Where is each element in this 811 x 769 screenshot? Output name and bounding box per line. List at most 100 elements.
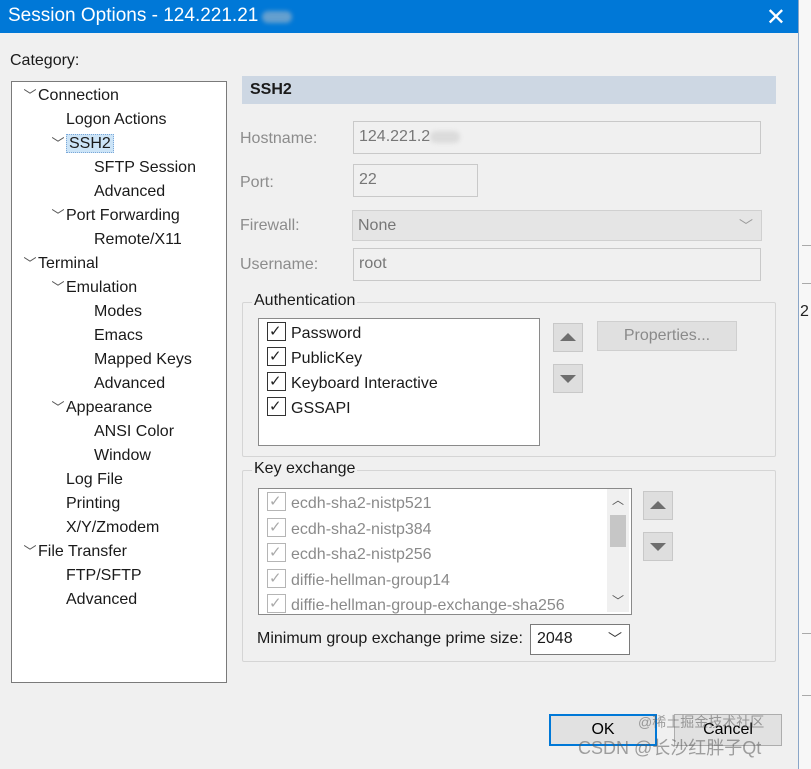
chevron-down-icon[interactable]: ﹀ bbox=[50, 132, 66, 156]
tree-item[interactable]: Printing bbox=[50, 492, 120, 516]
tree-item[interactable]: FTP/SFTP bbox=[50, 564, 142, 588]
checkbox[interactable]: ✓ bbox=[267, 594, 286, 613]
divider bbox=[802, 695, 811, 696]
section-title: SSH2 bbox=[242, 76, 776, 104]
username-value: root bbox=[359, 255, 387, 272]
tree-item-label: Emacs bbox=[94, 327, 143, 344]
tree-item[interactable]: Remote/X11 bbox=[78, 228, 182, 252]
tree-item[interactable]: ﹀File Transfer bbox=[22, 540, 126, 564]
username-field[interactable]: root bbox=[353, 248, 761, 281]
checkbox-item[interactable]: ✓ Keyboard Interactive bbox=[267, 372, 438, 396]
chevron-down-icon[interactable]: ﹀ bbox=[22, 252, 38, 276]
hostname-label: Hostname: bbox=[240, 130, 318, 147]
scroll-up-icon[interactable]: ︿ bbox=[607, 491, 629, 509]
checkbox-label: ecdh-sha2-nistp384 bbox=[291, 520, 432, 538]
auth-move-up-button[interactable] bbox=[553, 323, 583, 352]
tree-item[interactable]: ﹀Terminal bbox=[22, 252, 98, 276]
tree-item[interactable]: Window bbox=[78, 444, 151, 468]
checkbox[interactable]: ✓ bbox=[267, 517, 286, 537]
tree-item[interactable]: X/Y/Zmodem bbox=[50, 516, 159, 540]
scroll-thumb[interactable] bbox=[610, 515, 626, 547]
tree-item[interactable]: Advanced bbox=[78, 372, 165, 396]
chevron-down-icon[interactable]: ﹀ bbox=[22, 540, 38, 564]
hostname-field[interactable]: 124.221.2 bbox=[353, 121, 761, 154]
tree-item[interactable]: Logon Actions bbox=[50, 108, 167, 132]
tree-item-label: Remote/X11 bbox=[94, 231, 182, 248]
tree-item-label: Emulation bbox=[66, 279, 138, 296]
firewall-value: None bbox=[358, 217, 397, 234]
port-field[interactable]: 22 bbox=[353, 164, 478, 197]
checkbox[interactable]: ✓ bbox=[267, 347, 286, 366]
check-icon: ✓ bbox=[269, 398, 282, 415]
watermark: @稀土掘金技术社区 CSDN @长沙红胖子Qt bbox=[578, 714, 764, 760]
key-exchange-label: Key exchange bbox=[252, 460, 358, 478]
tree-item-label: Window bbox=[94, 447, 151, 464]
checkbox-item[interactable]: ✓ GSSAPI bbox=[267, 397, 351, 421]
chevron-down-icon[interactable]: ﹀ bbox=[50, 276, 66, 300]
tree-item[interactable]: Advanced bbox=[78, 180, 165, 204]
tree-item[interactable]: ﹀Port Forwarding bbox=[50, 204, 179, 228]
title-bar: Session Options - 124.221.21 ✕ bbox=[0, 0, 798, 33]
chevron-down-icon[interactable]: ﹀ bbox=[50, 396, 66, 420]
checkbox-label: GSSAPI bbox=[291, 400, 351, 417]
checkbox-item[interactable]: ✓ PublicKey bbox=[267, 347, 362, 371]
tree-item[interactable]: ﹀Connection bbox=[22, 84, 118, 108]
kex-scrollbar[interactable]: ︿ ﹀ bbox=[607, 489, 629, 612]
check-icon: ✓ bbox=[269, 544, 282, 561]
checkbox[interactable]: ✓ bbox=[267, 568, 286, 588]
window-title: Session Options - 124.221.21 bbox=[8, 5, 259, 26]
firewall-select[interactable]: None ﹀ bbox=[352, 210, 762, 241]
chevron-down-icon[interactable]: ﹀ bbox=[50, 204, 66, 228]
triangle-up-icon bbox=[650, 501, 666, 509]
authentication-list[interactable]: ✓ Password ✓ PublicKey ✓ Keyboard Interactive… bbox=[258, 318, 540, 446]
tree-item[interactable]: Modes bbox=[78, 300, 142, 324]
firewall-label: Firewall: bbox=[240, 217, 300, 234]
hostname-value: 124.221.2 bbox=[359, 128, 431, 145]
scroll-down-icon[interactable]: ﹀ bbox=[607, 592, 629, 610]
min-group-select[interactable]: 2048 ﹀ bbox=[530, 624, 630, 655]
tree-item-label: Mapped Keys bbox=[94, 351, 192, 368]
tree-item[interactable]: ﹀ SSH2 bbox=[50, 132, 114, 156]
tree-item[interactable]: Emacs bbox=[78, 324, 143, 348]
tree-item[interactable]: ﹀Emulation bbox=[50, 276, 137, 300]
key-exchange-list[interactable]: ︿ ﹀ ✓ ecdh-sha2-nistp521 ✓ ecdh-sha2-nistp3… bbox=[258, 488, 632, 615]
checkbox-item[interactable]: ✓ diffie-hellman-group14 bbox=[267, 568, 450, 593]
check-icon: ✓ bbox=[269, 348, 282, 365]
checkbox-label: PublicKey bbox=[291, 350, 363, 367]
checkbox[interactable]: ✓ bbox=[267, 397, 286, 416]
auth-move-down-button[interactable] bbox=[553, 364, 583, 393]
tree-item-label: Printing bbox=[66, 495, 121, 512]
checkbox[interactable]: ✓ bbox=[267, 372, 286, 391]
chevron-down-icon: ﹀ bbox=[739, 218, 753, 234]
properties-button[interactable]: Properties... bbox=[597, 321, 737, 351]
checkbox-item[interactable]: ✓ ecdh-sha2-nistp521 bbox=[267, 492, 432, 516]
tree-item[interactable]: Log File bbox=[50, 468, 123, 492]
tree-item[interactable]: Advanced bbox=[50, 588, 137, 612]
divider bbox=[802, 245, 811, 246]
close-icon[interactable]: ✕ bbox=[766, 3, 786, 32]
checkbox-item[interactable]: ✓ diffie-hellman-group-exchange-sha256 bbox=[267, 594, 565, 614]
background-window-edge: 2 bbox=[799, 0, 811, 769]
kex-move-up-button[interactable] bbox=[643, 491, 673, 520]
authentication-label: Authentication bbox=[252, 292, 358, 310]
checkbox[interactable]: ✓ bbox=[267, 543, 286, 562]
tree-item[interactable]: SFTP Session bbox=[78, 156, 196, 180]
port-value: 22 bbox=[359, 171, 377, 188]
min-group-value: 2048 bbox=[537, 630, 573, 647]
tree-item-label: SFTP Session bbox=[94, 159, 196, 176]
session-options-dialog: Session Options - 124.221.21 ✕ Category:… bbox=[0, 0, 799, 769]
tree-item[interactable]: Mapped Keys bbox=[78, 348, 192, 372]
watermark-text: CSDN @长沙红胖子Qt bbox=[578, 738, 762, 758]
tree-item[interactable]: ANSI Color bbox=[78, 420, 174, 444]
checkbox[interactable]: ✓ bbox=[267, 322, 286, 341]
checkbox-item[interactable]: ✓ Password bbox=[267, 322, 361, 346]
checkbox-item[interactable]: ✓ ecdh-sha2-nistp256 bbox=[267, 543, 432, 567]
tree-item[interactable]: ﹀Appearance bbox=[50, 396, 152, 420]
triangle-up-icon bbox=[560, 333, 576, 341]
kex-move-down-button[interactable] bbox=[643, 532, 673, 561]
category-tree[interactable]: ﹀Connection Logon Actions ﹀ SSH2 SFTP Sessio… bbox=[11, 81, 227, 683]
checkbox-item[interactable]: ✓ ecdh-sha2-nistp384 bbox=[267, 517, 432, 542]
checkbox[interactable]: ✓ bbox=[267, 492, 286, 511]
tree-item-label: Logon Actions bbox=[66, 111, 167, 128]
chevron-down-icon[interactable]: ﹀ bbox=[22, 84, 38, 108]
